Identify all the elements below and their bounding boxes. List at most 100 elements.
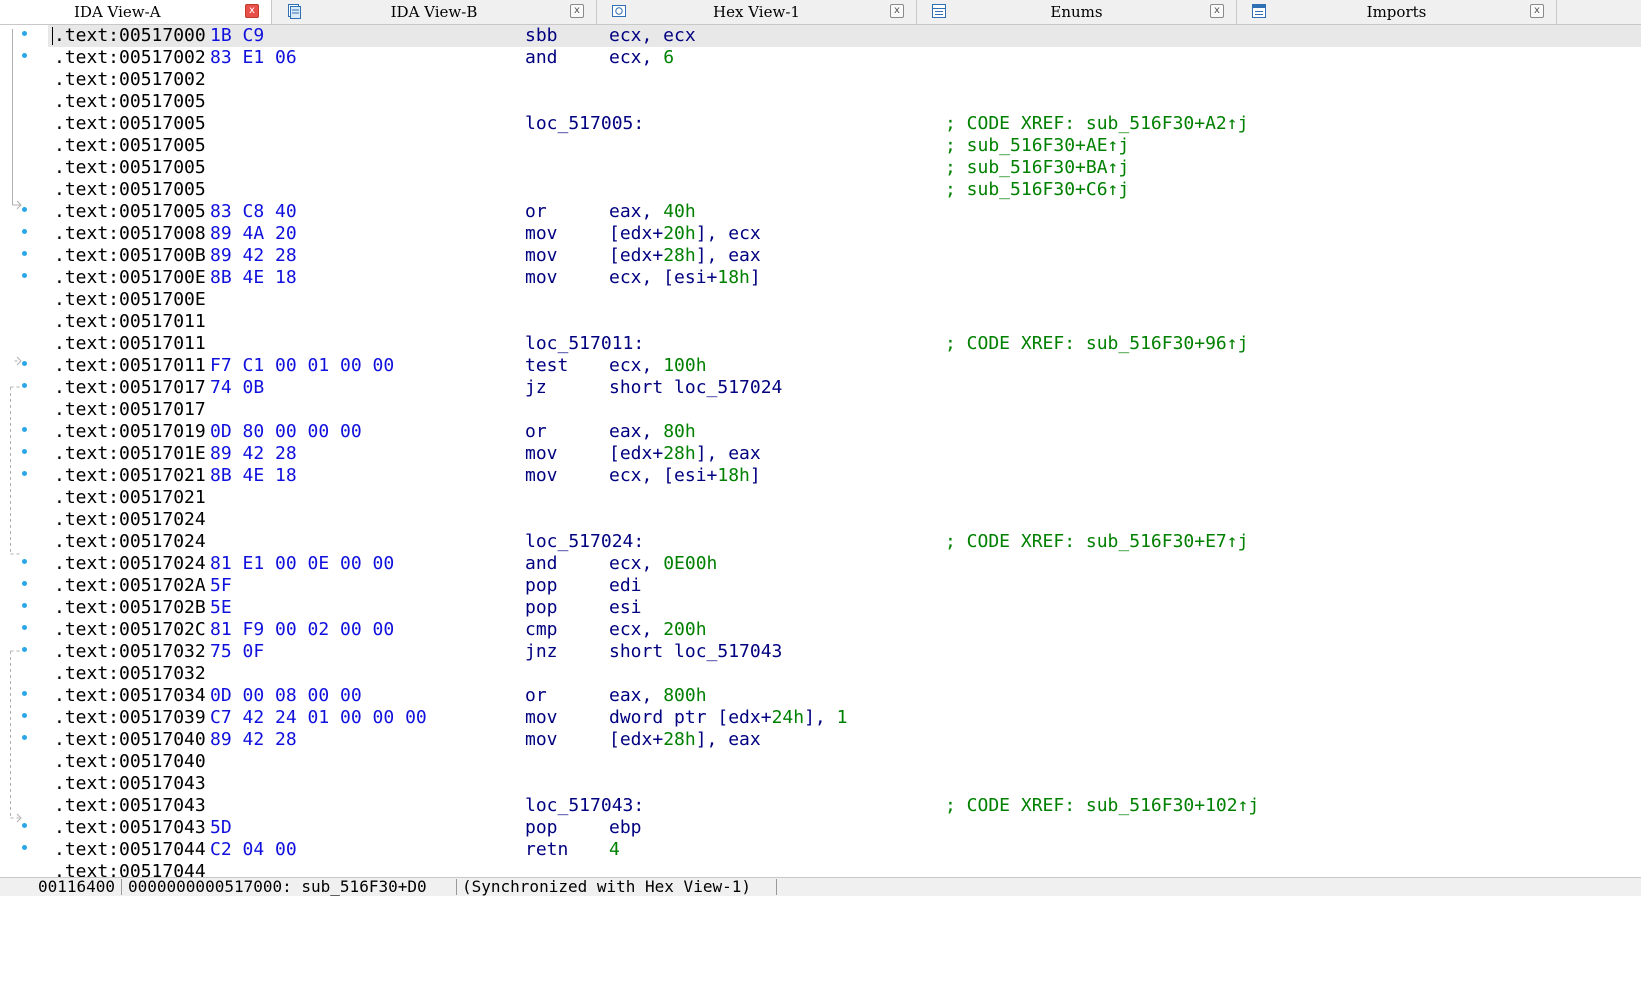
instruction-mnemonic: test [525, 355, 569, 376]
disasm-line[interactable]: .text:00517005 [48, 91, 1641, 113]
breakpoint-marker-dot[interactable] [22, 251, 27, 256]
close-icon[interactable]: x [570, 4, 584, 18]
breakpoint-marker-dot[interactable] [22, 427, 27, 432]
breakpoint-marker-dot[interactable] [22, 383, 27, 388]
instruction-mnemonic: mov [525, 223, 558, 244]
instruction-mnemonic: mov [525, 245, 558, 266]
breakpoint-marker-dot[interactable] [22, 691, 27, 696]
disasm-line[interactable]: .text:00517019 0D 80 00 00 00 or eax, 80h [48, 421, 1641, 443]
breakpoint-marker-dot[interactable] [22, 229, 27, 234]
breakpoint-marker-dot[interactable] [22, 581, 27, 586]
disasm-line[interactable]: .text:00517011 loc_517011: ; CODE XREF: su… [48, 333, 1641, 355]
opcode-bytes: 89 4A 20 [210, 223, 297, 244]
breakpoint-marker-dot[interactable] [22, 647, 27, 652]
disasm-line[interactable]: .text:00517039 C7 42 24 01 00 00 00 mov dwo… [48, 707, 1641, 729]
disasm-line[interactable]: .text:00517040 89 42 28 mov [edx+28h], eax [48, 729, 1641, 751]
opcode-bytes: 75 0F [210, 641, 265, 662]
operand-number: 1 [836, 707, 848, 728]
disasm-line[interactable]: .text:0051702B 5E pop esi [48, 597, 1641, 619]
tab-ida-view-b[interactable]: IDA View-B x [272, 0, 597, 24]
instruction-mnemonic: mov [525, 465, 558, 486]
disasm-line[interactable]: .text:0051702C 81 F9 00 02 00 00 cmp ecx, 2… [48, 619, 1641, 641]
disasm-line[interactable]: .text:00517002 [48, 69, 1641, 91]
line-address: .text:00517024 [54, 509, 206, 530]
disasm-line[interactable]: .text:0051700E [48, 289, 1641, 311]
opcode-bytes: C2 04 00 [210, 839, 297, 860]
disasm-line[interactable]: .text:00517024 loc_517024: ; CODE XREF: su… [48, 531, 1641, 553]
breakpoint-marker-dot[interactable] [22, 207, 27, 212]
disasm-line[interactable]: .text:00517040 [48, 751, 1641, 773]
operand-text: [edx+ [609, 443, 664, 464]
disasm-line[interactable]: .text:0051701E 89 42 28 mov [edx+28h], eax [48, 443, 1641, 465]
disasm-line[interactable]: .text:00517008 89 4A 20 mov [edx+20h], ecx [48, 223, 1641, 245]
breakpoint-marker-dot[interactable] [22, 735, 27, 740]
breakpoint-marker-dot[interactable] [22, 361, 27, 366]
disasm-line[interactable]: .text:00517021 8B 4E 18 mov ecx, [esi+18h] [48, 465, 1641, 487]
disasm-line[interactable]: .text:00517043 loc_517043: ; CODE XREF: su… [48, 795, 1641, 817]
disasm-line[interactable]: .text:00517005 ; sub_516F30+AE↑j [48, 135, 1641, 157]
tab-imports[interactable]: Imports x [1237, 0, 1557, 24]
line-address: .text:00517011 [54, 333, 206, 354]
tab-ida-view-a[interactable]: IDA View-A x [0, 0, 272, 24]
file-offset: 00116400 [38, 877, 116, 896]
operand-number: 800h [663, 685, 707, 706]
breakpoint-marker-dot[interactable] [22, 625, 27, 630]
disasm-line[interactable]: .text:00517017 74 0B jz short loc_517024 [48, 377, 1641, 399]
disasm-line[interactable]: .text:00517021 [48, 487, 1641, 509]
operand-text: short loc_517043 [609, 641, 783, 662]
operand-number: 28h [663, 729, 696, 750]
breakpoint-marker-dot[interactable] [22, 559, 27, 564]
breakpoint-marker-dot[interactable] [22, 823, 27, 828]
line-address: .text:0051700E [54, 289, 206, 310]
close-icon[interactable]: x [890, 4, 904, 18]
disasm-line[interactable]: .text:00517032 75 0F jnz short loc_517043 [48, 641, 1641, 663]
disasm-line[interactable]: .text:0051700E 8B 4E 18 mov ecx, [esi+18h] [48, 267, 1641, 289]
disasm-line[interactable]: .text:0051702A 5F pop edi [48, 575, 1641, 597]
disasm-line[interactable]: .text:00517032 [48, 663, 1641, 685]
disasm-line[interactable]: .text:00517005 loc_517005: ; CODE XREF: su… [48, 113, 1641, 135]
disasm-line[interactable]: .text:00517024 [48, 509, 1641, 531]
tab-enums[interactable]: Enums x [917, 0, 1237, 24]
line-address: .text:00517011 [54, 355, 206, 376]
disasm-line[interactable]: .text:00517011 [48, 311, 1641, 333]
breakpoint-marker-dot[interactable] [22, 471, 27, 476]
breakpoint-marker-dot[interactable] [22, 53, 27, 58]
breakpoint-marker-dot[interactable] [22, 603, 27, 608]
disasm-line[interactable]: .text:00517011 F7 C1 00 01 00 00 test ecx, … [48, 355, 1641, 377]
instruction-operands: [edx+28h], eax [609, 443, 761, 465]
line-address: .text:00517005 [54, 91, 206, 112]
disasm-line[interactable]: .text:00517024 81 E1 00 0E 00 00 and ecx, 0… [48, 553, 1641, 575]
code-label[interactable]: loc_517043: [525, 795, 644, 817]
xref-comment: ; CODE XREF: sub_516F30+A2↑j [945, 113, 1249, 134]
close-icon[interactable]: x [1210, 4, 1224, 18]
disasm-line[interactable]: .text:00517043 [48, 773, 1641, 795]
disassembly-listing[interactable]: .text:00517000 1B C9 sbb ecx, ecx .text:0051… [48, 25, 1641, 910]
breakpoint-marker-dot[interactable] [22, 31, 27, 36]
close-icon[interactable]: x [1530, 4, 1544, 18]
code-label[interactable]: loc_517024: [525, 531, 644, 553]
disasm-line[interactable]: .text:0051700B 89 42 28 mov [edx+28h], eax [48, 245, 1641, 267]
disasm-line[interactable]: .text:00517002 83 E1 06 and ecx, 6 [48, 47, 1641, 69]
disasm-line[interactable]: .text:00517000 1B C9 sbb ecx, ecx [48, 25, 1641, 47]
disasm-line[interactable]: .text:00517005 ; sub_516F30+C6↑j [48, 179, 1641, 201]
text-cursor [52, 27, 53, 45]
disasm-line[interactable]: .text:00517034 0D 00 08 00 00 or eax, 800h [48, 685, 1641, 707]
breakpoint-marker-dot[interactable] [22, 449, 27, 454]
line-address: .text:00517032 [54, 641, 206, 662]
line-address: .text:00517005 [54, 113, 206, 134]
disasm-line[interactable]: .text:00517044 C2 04 00 retn 4 [48, 839, 1641, 861]
disasm-line[interactable]: .text:00517017 [48, 399, 1641, 421]
line-address: .text:00517044 [54, 839, 206, 860]
tab-hex-view-1[interactable]: Hex View-1 x [597, 0, 917, 24]
disasm-line[interactable]: .text:00517043 5D pop ebp [48, 817, 1641, 839]
opcode-bytes: 5F [210, 575, 232, 596]
breakpoint-marker-dot[interactable] [22, 845, 27, 850]
opcode-bytes: 89 42 28 [210, 729, 297, 750]
code-label[interactable]: loc_517011: [525, 333, 644, 355]
breakpoint-marker-dot[interactable] [22, 713, 27, 718]
breakpoint-marker-dot[interactable] [22, 273, 27, 278]
disasm-line[interactable]: .text:00517005 83 C8 40 or eax, 40h [48, 201, 1641, 223]
code-label[interactable]: loc_517005: [525, 113, 644, 135]
close-icon[interactable]: x [245, 4, 259, 18]
disasm-line[interactable]: .text:00517005 ; sub_516F30+BA↑j [48, 157, 1641, 179]
